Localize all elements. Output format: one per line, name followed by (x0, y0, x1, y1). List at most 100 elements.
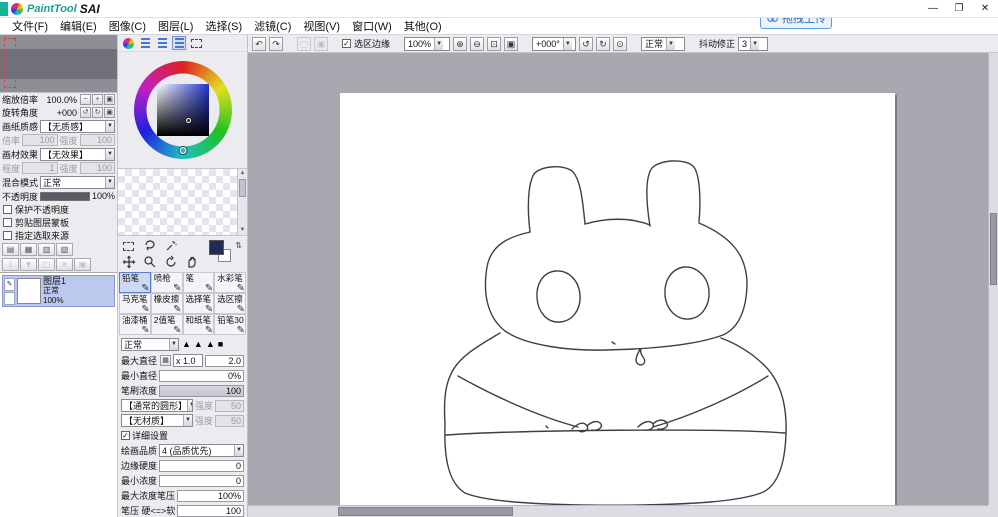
brush-bucket[interactable]: 油漆桶✎ (119, 314, 151, 335)
zoom-in-canvas-button[interactable]: ⊕ (453, 37, 467, 51)
tip-shape-icon[interactable]: ■ (218, 339, 223, 349)
brush-select-pen[interactable]: 选择笔✎ (183, 293, 215, 314)
move-tool[interactable] (121, 255, 136, 269)
menu-window[interactable]: 窗口(W) (346, 17, 398, 35)
transfer-down-button[interactable]: ⇩ (2, 258, 19, 271)
rgb-slider-toggle[interactable] (138, 36, 152, 50)
swatch-scrollbar[interactable]: ▲ ▼ (237, 169, 247, 235)
layer-paint-icon[interactable]: ✎ (4, 278, 15, 291)
rotate-view-tool[interactable] (163, 255, 178, 269)
rotate-canvas-cw-button[interactable]: ↻ (596, 37, 610, 51)
brush-mode-dropdown[interactable]: 正常 ▼ (121, 338, 179, 351)
vertical-scrollbar[interactable] (988, 53, 998, 505)
menu-select[interactable]: 选择(S) (199, 17, 248, 35)
min-density-slider[interactable]: 0 (159, 475, 244, 487)
scroll-up-icon[interactable]: ▲ (238, 169, 247, 178)
min-diameter-input[interactable]: 0% (159, 370, 244, 382)
paint-mode-combo[interactable]: 正常 ▼ (641, 37, 685, 51)
tip-shape-icon[interactable]: ▲ (182, 339, 191, 349)
copy-layer-button[interactable]: ▣ (74, 258, 91, 271)
close-button[interactable]: ✕ (972, 1, 998, 17)
primary-color-swatch[interactable] (209, 240, 224, 255)
menu-view[interactable]: 视图(V) (297, 17, 346, 35)
menu-layer[interactable]: 图层(L) (152, 17, 199, 35)
spinner-icon[interactable]: ▼ (563, 38, 572, 50)
new-layer-button[interactable]: ▤ (2, 243, 19, 256)
brush-watercolor[interactable]: 水彩笔✎ (214, 272, 246, 293)
merge-down-button[interactable]: ▼ (20, 258, 37, 271)
pressure-hardness-slider[interactable]: 100 (177, 505, 244, 517)
actual-size-button[interactable]: ▣ (504, 37, 518, 51)
hand-tool[interactable] (184, 255, 199, 269)
minimize-button[interactable]: — (920, 1, 946, 17)
menu-image[interactable]: 图像(C) (103, 17, 152, 35)
selection-edge-checkbox[interactable]: ✓ (342, 39, 351, 48)
brush-shape-dropdown[interactable]: 【通常的圆形】 ▼ (121, 399, 193, 412)
zoom-tool[interactable] (142, 255, 157, 269)
maximize-button[interactable]: ❐ (946, 1, 972, 17)
brush-texture-dropdown[interactable]: 【无材质】 ▼ (121, 414, 193, 427)
new-linework-layer-button[interactable]: ▥ (38, 243, 55, 256)
color-wheel-toggle[interactable] (121, 36, 135, 50)
blend-mode-dropdown[interactable]: 正常 ▼ (40, 176, 115, 189)
edge-hardness-slider[interactable]: 0 (159, 460, 244, 472)
swatch-scroll-thumb[interactable] (239, 179, 246, 197)
redo-button[interactable]: ↷ (269, 37, 283, 51)
clipping-group-checkbox[interactable] (3, 218, 12, 227)
layer-visibility-icon[interactable] (4, 292, 15, 305)
menu-edit[interactable]: 编辑(E) (54, 17, 103, 35)
max-diameter-input[interactable]: 2.0 (205, 355, 244, 367)
clear-layer-button[interactable]: ▢ (38, 258, 55, 271)
brush-pen[interactable]: 笔✎ (183, 272, 215, 293)
advanced-settings-checkbox[interactable]: ✓ (121, 431, 130, 440)
max-density-pressure-slider[interactable]: 100% (177, 490, 244, 502)
lasso-tool[interactable] (142, 239, 157, 253)
new-layer-set-button[interactable]: ▦ (20, 243, 37, 256)
scratchpad-toggle[interactable] (189, 36, 203, 50)
selection-source-checkbox[interactable] (3, 231, 12, 240)
saturation-value-square[interactable] (157, 84, 209, 136)
menu-file[interactable]: 文件(F) (6, 17, 54, 35)
quality-dropdown[interactable]: 4 (品质优先) ▼ (159, 444, 244, 457)
brush-airbrush[interactable]: 喷枪✎ (151, 272, 183, 293)
invert-selection-button[interactable]: ▣ (314, 37, 328, 51)
rotate-ccw-button[interactable]: ↺ (80, 107, 91, 118)
swatches-toggle[interactable] (172, 36, 186, 50)
brush-paper-pen[interactable]: 和纸笔✎ (183, 314, 215, 335)
diameter-unit-button[interactable]: ▦ (160, 355, 171, 366)
zoom-in-button[interactable]: + (92, 94, 103, 105)
hsv-slider-toggle[interactable] (155, 36, 169, 50)
rotate-reset-button[interactable]: ▣ (104, 107, 115, 118)
horizontal-scroll-thumb[interactable] (338, 507, 513, 516)
spinner-icon[interactable]: ▼ (434, 38, 443, 50)
brush-binary-pen[interactable]: 2值笔✎ (151, 314, 183, 335)
reset-rotation-button[interactable]: ⊙ (613, 37, 627, 51)
preserve-opacity-checkbox[interactable] (3, 205, 12, 214)
horizontal-scrollbar[interactable] (248, 505, 988, 517)
tip-shape-icon[interactable]: ▲ (206, 339, 215, 349)
zoom-out-button[interactable]: − (80, 94, 91, 105)
brush-select-eraser[interactable]: 选区擦✎ (214, 293, 246, 314)
opacity-slider[interactable] (40, 192, 90, 201)
brush-pencil[interactable]: 铅笔✎ (119, 272, 151, 293)
marquee-tool[interactable] (121, 239, 136, 253)
navigator-view-rect[interactable] (4, 38, 16, 88)
scroll-down-icon[interactable]: ▼ (238, 226, 247, 235)
fit-window-button[interactable]: ⊡ (487, 37, 501, 51)
navigator-thumbnail[interactable] (0, 35, 117, 93)
rotate-cw-button[interactable]: ↻ (92, 107, 103, 118)
zoom-out-canvas-button[interactable]: ⊖ (470, 37, 484, 51)
rotate-canvas-ccw-button[interactable]: ↺ (579, 37, 593, 51)
undo-button[interactable]: ↶ (252, 37, 266, 51)
tip-shape-icon[interactable]: ▲ (194, 339, 203, 349)
brush-eraser[interactable]: 橡皮擦✎ (151, 293, 183, 314)
density-slider[interactable]: 100 (159, 385, 244, 397)
layer-item[interactable]: ✎ 图层1 正常 100% (2, 275, 115, 307)
menu-filter[interactable]: 滤镜(C) (248, 17, 297, 35)
drawing-canvas[interactable] (340, 93, 895, 505)
material-effect-dropdown[interactable]: 【无效果】 ▼ (40, 148, 115, 161)
zoom-combo[interactable]: 100% ▼ (404, 37, 450, 51)
magic-wand-tool[interactable] (163, 239, 178, 253)
vertical-scroll-thumb[interactable] (990, 213, 997, 285)
angle-combo[interactable]: +000° ▼ (532, 37, 576, 51)
